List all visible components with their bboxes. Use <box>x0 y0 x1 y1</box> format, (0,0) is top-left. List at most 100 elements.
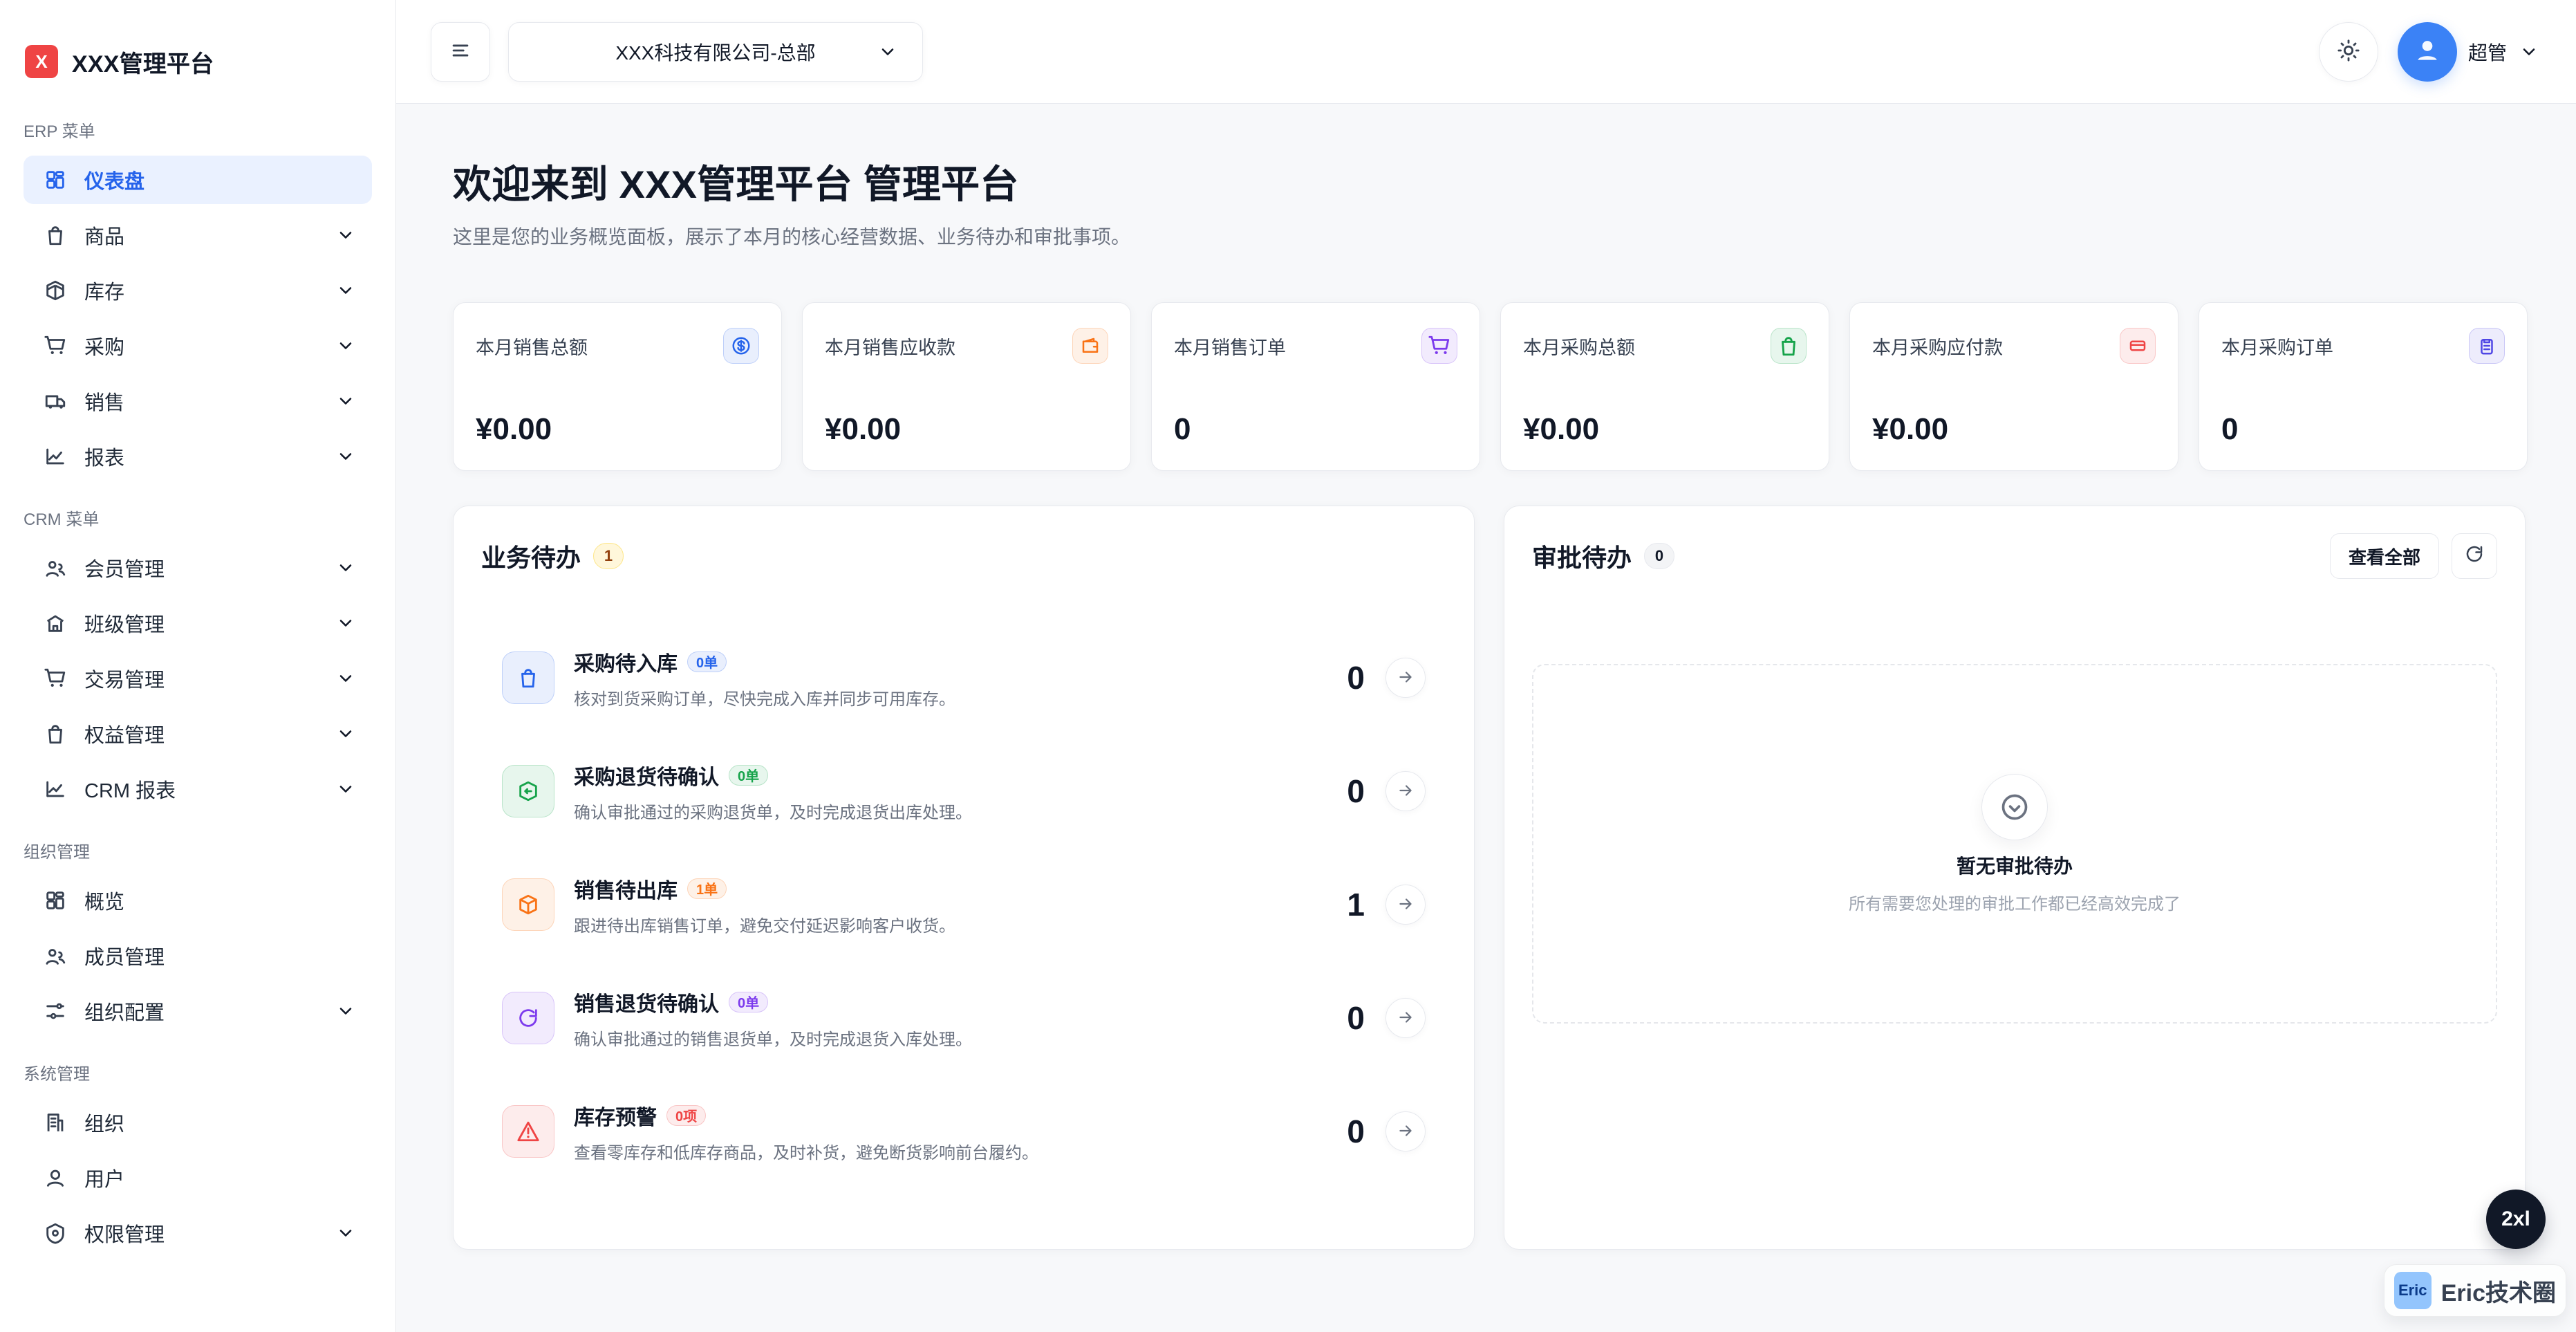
sidebar-item[interactable]: 会员管理 <box>24 544 372 592</box>
stat-card-top: 本月采购订单 <box>2221 328 2505 364</box>
business-todo-title: 销售退货待确认 <box>574 992 719 1016</box>
sidebar-item[interactable]: 采购 <box>24 322 372 370</box>
sidebar-item[interactable]: 班级管理 <box>24 599 372 647</box>
sidebar-item[interactable]: 商品 <box>24 211 372 259</box>
business-todo-desc: 确认审批通过的采购退货单，及时完成退货出库处理。 <box>574 803 972 822</box>
arrow-right-button[interactable] <box>1385 885 1426 925</box>
sidebar-item[interactable]: 用户 <box>24 1154 372 1202</box>
sidebar-item-left: 采购 <box>41 331 124 360</box>
cube-icon <box>41 277 69 304</box>
business-todo-title: 业务待办 <box>481 544 581 572</box>
refresh-button[interactable] <box>2452 533 2497 579</box>
school-icon <box>41 609 69 637</box>
topbar: XXX科技有限公司-总部 超管 <box>396 0 2576 104</box>
clipboard-icon <box>2469 328 2505 364</box>
approval-todo-header: 审批待办 0 查看全部 <box>1504 506 2525 606</box>
business-todo-text: 销售退货待确认 0单确认审批通过的销售退货单，及时完成退货入库处理。 <box>574 987 1315 1050</box>
stat-label: 本月销售应收款 <box>825 337 955 358</box>
business-todo-title-line: 采购退货待确认 0单 <box>574 760 1315 790</box>
stat-label: 本月采购订单 <box>2221 337 2333 358</box>
sidebar-item[interactable]: 组织 <box>24 1098 372 1147</box>
business-todo-title-line: 销售退货待确认 0单 <box>574 987 1315 1017</box>
arrow-right-button[interactable] <box>1385 998 1426 1038</box>
business-todo-item[interactable]: 销售待出库 1单 跟进待出库销售订单，避免交付延迟影响客户收货。 1 <box>502 848 1426 961</box>
business-todo-item[interactable]: 库存预警 0项 查看零库存和低库存商品，及时补货，避免断货影响前台履约。 0 <box>502 1075 1426 1188</box>
sidebar-item[interactable]: 交易管理 <box>24 654 372 703</box>
business-todo-badge: 0单 <box>687 651 727 672</box>
brand: X XXX管理平台 <box>24 30 372 93</box>
approval-todo-count: 0 <box>1644 543 1675 569</box>
sidebar-item[interactable]: 权限管理 <box>24 1209 372 1257</box>
sidebar-item-left: 会员管理 <box>41 553 165 582</box>
business-todo-title-line: 库存预警 0项 <box>574 1100 1315 1131</box>
sidebar-item-left: 仪表盘 <box>41 165 144 194</box>
building-icon <box>41 1109 69 1136</box>
user-name: 超管 <box>2467 41 2507 64</box>
sidebar-item[interactable]: 库存 <box>24 266 372 315</box>
arrow-right-icon <box>1397 1122 1415 1142</box>
sidebar-item-left: 报表 <box>41 442 124 471</box>
business-todo-item[interactable]: 采购待入库 0单 核对到货采购订单，尽快完成入库并同步可用库存。 0 <box>502 621 1426 734</box>
sidebar-item-left: 成员管理 <box>41 941 165 970</box>
sidebar-section-title: CRM 菜单 <box>24 510 100 529</box>
user-group-icon <box>41 942 69 970</box>
chevron-down-icon <box>335 335 357 357</box>
business-todo-count: 0 <box>1347 660 1365 696</box>
sidebar-item[interactable]: 组织配置 <box>24 987 372 1035</box>
sidebar-item[interactable]: 权益管理 <box>24 710 372 758</box>
sidebar-item-left: 组织配置 <box>41 997 165 1026</box>
sidebar-item[interactable]: 报表 <box>24 432 372 481</box>
sidebar-item-label: 用户 <box>84 1169 125 1191</box>
sidebar-item[interactable]: 成员管理 <box>24 932 372 980</box>
arrow-right-button[interactable] <box>1385 1111 1426 1151</box>
sidebar-item[interactable]: 销售 <box>24 377 372 425</box>
theme-toggle-button[interactable] <box>2318 21 2378 82</box>
business-todo-title-line: 采购待入库 0单 <box>574 647 1315 677</box>
sidebar-item[interactable]: CRM 报表 <box>24 765 372 813</box>
cart-icon <box>1421 328 1457 364</box>
stat-card-top: 本月销售订单 <box>1174 328 1457 364</box>
stat-value: ¥0.00 <box>1872 412 1949 446</box>
menu-icon <box>449 39 472 64</box>
business-todo-count: 1 <box>593 543 624 569</box>
business-todo-count: 0 <box>1347 773 1365 809</box>
user-menu[interactable]: 超管 <box>2397 21 2540 82</box>
sidebar-item[interactable]: 概览 <box>24 876 372 925</box>
line-chart-icon <box>41 775 69 803</box>
business-todo-text: 采购待入库 0单 核对到货采购订单，尽快完成入库并同步可用库存。 <box>574 647 1315 710</box>
topbar-right: 超管 <box>2318 21 2540 82</box>
business-todo-item[interactable]: 销售退货待确认 0单确认审批通过的销售退货单，及时完成退货入库处理。 0 <box>502 961 1426 1075</box>
business-todo-header: 业务待办 1 <box>454 506 1474 606</box>
sidebar-item-label: 组织 <box>84 1113 125 1136</box>
business-todo-right: 0 <box>1343 998 1426 1038</box>
arrow-right-button[interactable] <box>1385 658 1426 698</box>
user-icon <box>2412 35 2443 68</box>
chevron-down-icon <box>335 224 357 246</box>
chevron-down-icon <box>335 390 357 412</box>
stat-card-top: 本月采购应付款 <box>1872 328 2156 364</box>
sidebar-item-label: 交易管理 <box>84 669 165 692</box>
sidebar-item-left: 库存 <box>41 276 124 305</box>
stat-card: 本月采购总额 ¥0.00 <box>1500 302 1829 471</box>
toggle-sidebar-button[interactable] <box>431 21 490 82</box>
watermark-text: Eric技术圈 <box>2440 1279 2556 1306</box>
chevron-down-icon <box>335 557 357 579</box>
avatar[interactable] <box>2397 21 2457 82</box>
rotate-icon <box>502 992 554 1044</box>
view-all-button[interactable]: 查看全部 <box>2329 533 2439 579</box>
sidebar-item-label: CRM 报表 <box>84 780 176 802</box>
stat-value: ¥0.00 <box>1523 412 1600 446</box>
business-todo-list: 采购待入库 0单 核对到货采购订单，尽快完成入库并同步可用库存。 0 采购退货待确认 0… <box>454 606 1474 1188</box>
business-todo-desc: 确认审批通过的销售退货单，及时完成退货入库处理。 <box>574 1030 972 1049</box>
business-todo-item[interactable]: 采购退货待确认 0单确认审批通过的采购退货单，及时完成退货出库处理。 0 <box>502 734 1426 848</box>
zoom-badge: 2xl <box>2486 1190 2546 1249</box>
sidebar-item[interactable]: 仪表盘 <box>24 156 372 204</box>
box-return-icon <box>502 765 554 817</box>
arrow-right-button[interactable] <box>1385 771 1426 811</box>
sun-icon <box>2337 39 2360 64</box>
approval-actions: 查看全部 <box>2329 533 2497 579</box>
business-todo-title: 采购待入库 <box>574 652 678 676</box>
company-select[interactable]: XXX科技有限公司-总部 <box>508 21 923 82</box>
truck-icon <box>41 387 69 415</box>
warning-icon <box>502 1105 554 1158</box>
